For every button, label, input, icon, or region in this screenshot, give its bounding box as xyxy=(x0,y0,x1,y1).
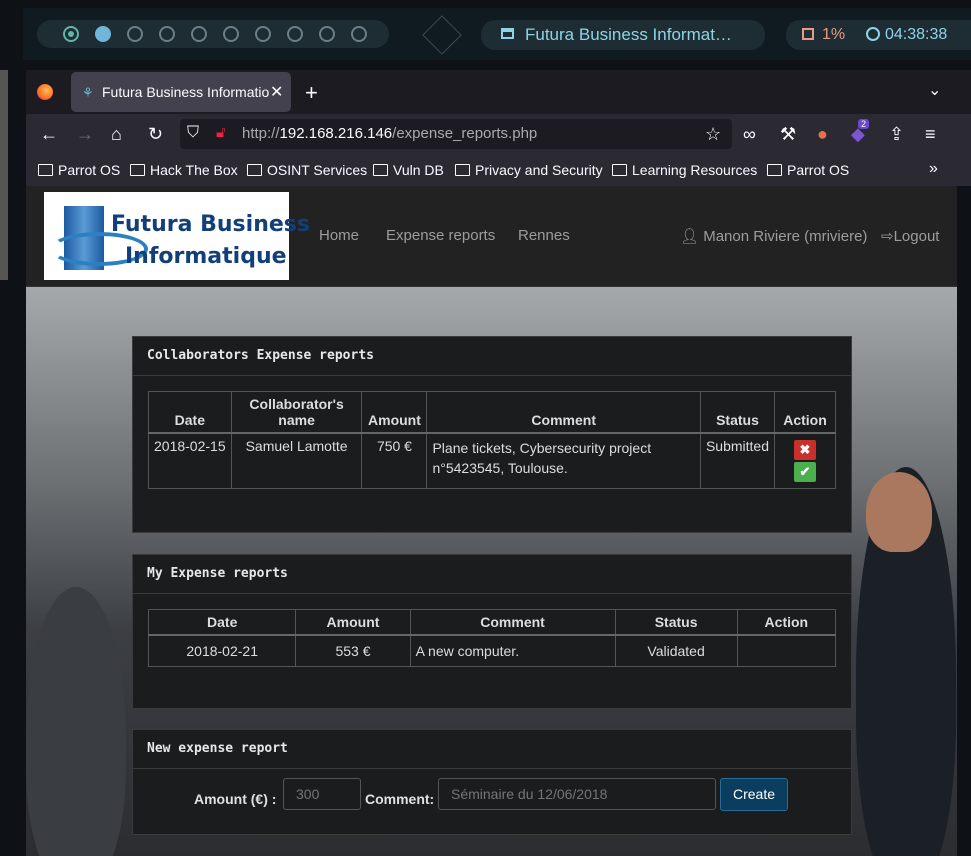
background-face xyxy=(866,472,932,552)
firefox-icon[interactable] xyxy=(37,84,53,100)
clock-icon xyxy=(866,27,880,41)
bookmark-item[interactable]: Parrot OS xyxy=(767,162,849,178)
folder-icon xyxy=(373,164,388,176)
column-header: Status xyxy=(614,609,738,636)
home-icon[interactable]: ⌂ xyxy=(111,124,122,145)
new-tab-icon[interactable]: + xyxy=(305,80,318,106)
extension-badge: 2 xyxy=(858,119,870,129)
more-bookmarks-icon[interactable]: » xyxy=(929,160,938,178)
nav-expense-reports[interactable]: Expense reports xyxy=(386,227,495,244)
extension-2-icon[interactable]: ◆ 2 xyxy=(851,119,870,145)
column-header: Action xyxy=(736,609,837,636)
reload-icon[interactable]: ↻ xyxy=(148,124,163,145)
amount-label: Amount (€) : xyxy=(194,791,277,807)
folder-icon xyxy=(38,164,53,176)
bookmark-item[interactable]: Parrot OS xyxy=(38,162,120,178)
scrollbar[interactable] xyxy=(0,70,8,280)
nav-home[interactable]: Home xyxy=(319,227,359,244)
create-button[interactable]: Create xyxy=(720,778,788,811)
panel-title: My Expense reports xyxy=(133,555,851,594)
new-report-form: Amount (€) : Comment: Create xyxy=(133,778,851,818)
mask-icon[interactable]: ∞ xyxy=(743,124,756,145)
user-icon: 👤︎ xyxy=(680,228,700,245)
column-header: Date xyxy=(147,609,297,636)
share-icon[interactable]: ⇪ xyxy=(889,124,904,145)
bookmark-item[interactable]: OSINT Services xyxy=(247,162,367,178)
browser-tab[interactable]: ⚘ Futura Business Informatio ✕ xyxy=(71,72,291,112)
shield-icon[interactable]: ⛉ xyxy=(187,124,199,142)
bookmark-star-icon[interactable]: ☆ xyxy=(705,124,721,145)
bookmark-item[interactable]: Privacy and Security xyxy=(455,162,603,178)
folder-icon xyxy=(455,164,470,176)
insecure-lock-icon[interactable]: 🔓︎ xyxy=(216,124,226,141)
menu-icon[interactable]: ≡ xyxy=(925,124,936,145)
validate-button[interactable]: ✔ xyxy=(794,462,816,482)
column-header: Status xyxy=(699,391,776,434)
system-tray: 1% 04:38:38 xyxy=(786,20,971,50)
collaborators-table: Date Collaborator's name Amount Comment … xyxy=(148,391,836,489)
extension-icon[interactable]: ● xyxy=(817,124,828,145)
workspace-2[interactable] xyxy=(95,26,111,42)
list-tabs-icon[interactable]: ⌄ xyxy=(928,80,941,100)
workspace-9[interactable] xyxy=(319,26,335,42)
active-window-title[interactable]: Futura Business Informat… xyxy=(481,20,765,50)
workspace-6[interactable] xyxy=(223,26,239,42)
amount-input[interactable] xyxy=(283,778,361,810)
table-row: 2018-02-15 Samuel Lamotte 750 € Plane ti… xyxy=(148,432,836,489)
column-header: Amount xyxy=(361,391,428,434)
my-reports-panel: My Expense reports Date Amount Comment S… xyxy=(132,554,852,709)
column-header: Date xyxy=(148,391,232,434)
column-header: Amount xyxy=(295,609,411,636)
folder-icon xyxy=(612,164,627,176)
logout-icon: ⇨ xyxy=(881,228,894,245)
background-person xyxy=(26,587,126,856)
close-tab-icon[interactable]: ✕ xyxy=(270,82,283,102)
folder-icon xyxy=(130,164,145,176)
site-favicon-icon: ⚘ xyxy=(82,85,94,100)
folder-icon xyxy=(767,164,782,176)
workspace-10[interactable] xyxy=(351,26,367,42)
column-header: Collaborator's name xyxy=(230,391,363,434)
column-header: Comment xyxy=(409,609,616,636)
table-row: 2018-02-21 553 € A new computer. Validat… xyxy=(147,634,837,667)
bookmark-item[interactable]: Vuln DB xyxy=(373,162,444,178)
comment-input[interactable] xyxy=(438,778,716,810)
new-report-panel: New expense report Amount (€) : Comment:… xyxy=(132,729,852,835)
user-menu[interactable]: 👤︎ Manon Riviere (mriviere) xyxy=(680,227,867,245)
bookmark-item[interactable]: Learning Resources xyxy=(612,162,757,178)
panel-title: Collaborators Expense reports xyxy=(133,337,851,376)
web-page: Futura Business Informatique Home Expens… xyxy=(26,186,957,856)
column-header: Action xyxy=(774,391,836,434)
url-text[interactable]: http://192.168.216.146/expense_reports.p… xyxy=(242,125,537,142)
comment-label: Comment: xyxy=(365,791,435,807)
logout-link[interactable]: ⇨Logout xyxy=(881,227,939,245)
workspace-5[interactable] xyxy=(191,26,207,42)
wrench-icon[interactable]: ⚒ xyxy=(780,124,796,145)
workspace-switcher[interactable] xyxy=(37,20,389,48)
clock: 04:38:38 xyxy=(885,26,948,43)
forward-icon[interactable]: → xyxy=(76,124,94,145)
collaborators-panel: Collaborators Expense reports Date Colla… xyxy=(132,336,852,533)
workspace-1[interactable] xyxy=(63,26,79,42)
company-logo[interactable]: Futura Business Informatique xyxy=(44,192,310,280)
folder-icon xyxy=(247,164,262,176)
panel-title: New expense report xyxy=(133,730,851,769)
workspace-8[interactable] xyxy=(287,26,303,42)
cpu-icon xyxy=(802,28,814,40)
window-icon xyxy=(501,28,514,39)
column-header: Comment xyxy=(426,391,701,434)
workspace-4[interactable] xyxy=(159,26,175,42)
action-cell: ✖ ✔ xyxy=(774,432,836,489)
site-navbar: Futura Business Informatique Home Expens… xyxy=(26,186,957,287)
my-reports-table: Date Amount Comment Status Action 2018-0… xyxy=(147,609,837,667)
cpu-usage: 1% xyxy=(822,26,846,43)
back-icon[interactable]: ← xyxy=(40,124,58,145)
reject-button[interactable]: ✖ xyxy=(794,440,816,460)
bookmark-item[interactable]: Hack The Box xyxy=(130,162,238,178)
nav-rennes[interactable]: Rennes xyxy=(518,227,570,244)
workspace-7[interactable] xyxy=(255,26,271,42)
workspace-3[interactable] xyxy=(127,26,143,42)
